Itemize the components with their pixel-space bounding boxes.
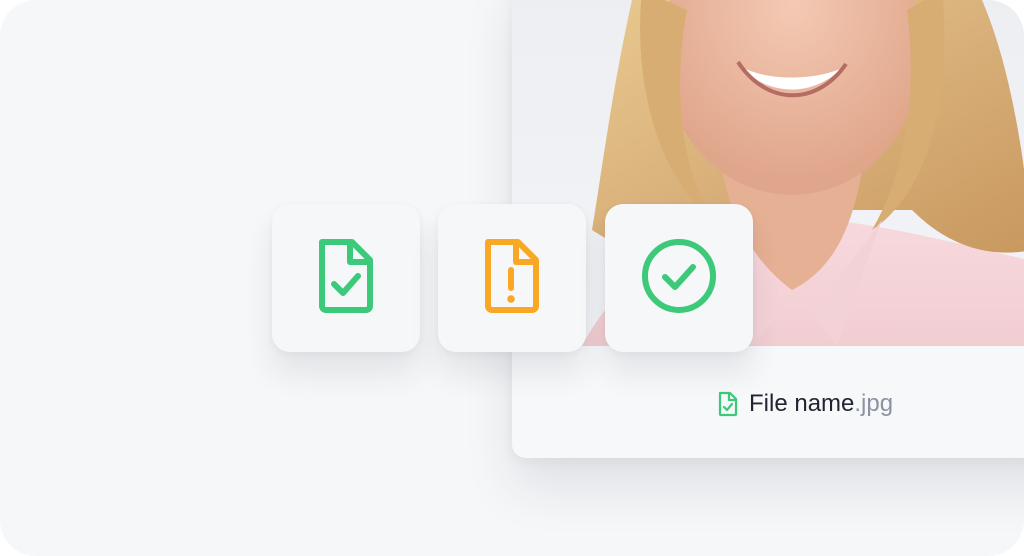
file-preview-card[interactable]: File name .jpg <box>512 0 1024 458</box>
status-tile-valid[interactable] <box>272 204 420 352</box>
file-check-icon <box>316 238 376 319</box>
file-extension: .jpg <box>854 390 894 417</box>
canvas: File name .jpg <box>0 0 1024 556</box>
file-warning-icon <box>482 238 542 319</box>
file-name-label[interactable]: File name .jpg <box>717 390 893 418</box>
status-tile-warning[interactable] <box>438 204 586 352</box>
file-name: File name <box>749 390 855 417</box>
status-tile-success[interactable] <box>605 204 753 352</box>
file-check-icon <box>717 391 739 417</box>
check-circle-icon <box>640 237 718 320</box>
photo-preview <box>512 0 1024 346</box>
